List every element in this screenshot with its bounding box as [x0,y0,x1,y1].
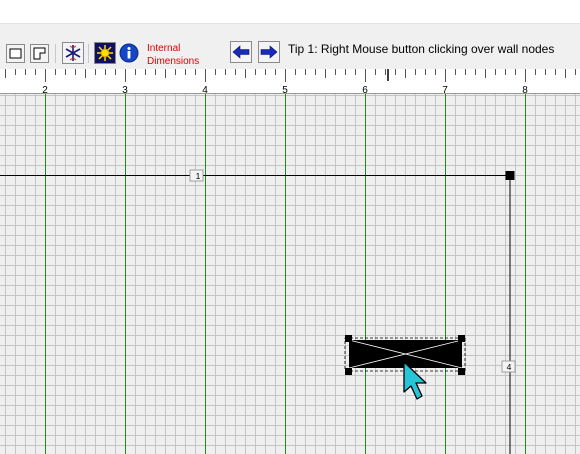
l-shape-outline-icon [33,47,46,60]
snowflake-icon [65,45,81,61]
square-outline-icon [9,48,22,59]
ruler-scale: 2 3 4 5 6 7 8 [5,69,576,96]
resize-handle[interactable] [458,368,465,375]
ruler-label: 4 [202,85,208,94]
arrow-left-icon [232,45,250,59]
resize-handle[interactable] [458,335,465,342]
toolbar-separator [88,44,89,63]
arrow-right-icon [260,45,278,59]
wall-label-text: 1 [196,171,201,181]
internal-dimensions-line1: Internal [147,43,181,54]
snowflake-button[interactable] [62,42,84,64]
info-button[interactable] [118,42,140,64]
horizontal-ruler[interactable]: 2 3 4 5 6 7 8 [0,69,580,96]
info-icon [119,43,139,63]
drawing-canvas[interactable]: 1 4 [0,94,580,454]
wall-node[interactable] [505,171,515,180]
prev-tip-button[interactable] [230,41,252,63]
internal-dimensions-line2: Dimensions [147,56,200,67]
ruler-label: 7 [442,85,448,94]
floor-plan-drawing[interactable]: 1 4 [0,94,580,454]
wall-label-4[interactable]: 4 [501,360,516,373]
wall-label-1[interactable]: 1 [189,169,204,182]
top-blank-strip [0,0,580,23]
resize-handle[interactable] [345,368,352,375]
sun-icon [97,45,113,61]
l-shape-wall-button[interactable] [30,44,49,63]
internal-dimensions-label[interactable]: Internal Dimensions [147,42,227,68]
ruler-label: 2 [42,85,48,94]
ruler-label: 8 [522,85,528,94]
rect-wall-button[interactable] [6,44,25,63]
next-tip-button[interactable] [258,41,280,63]
toolbar: Internal Dimensions Tip 1: Right Mouse b… [0,23,580,69]
wall-label-text: 4 [507,362,512,372]
floor-plan-app: Internal Dimensions Tip 1: Right Mouse b… [0,0,580,454]
ruler-label: 3 [122,85,128,94]
resize-handle[interactable] [345,335,352,342]
sun-button[interactable] [94,42,116,64]
toolbar-separator [55,44,56,63]
ruler-label: 5 [282,85,288,94]
ruler-label: 6 [362,85,368,94]
tip-text: Tip 1: Right Mouse button clicking over … [288,42,555,56]
